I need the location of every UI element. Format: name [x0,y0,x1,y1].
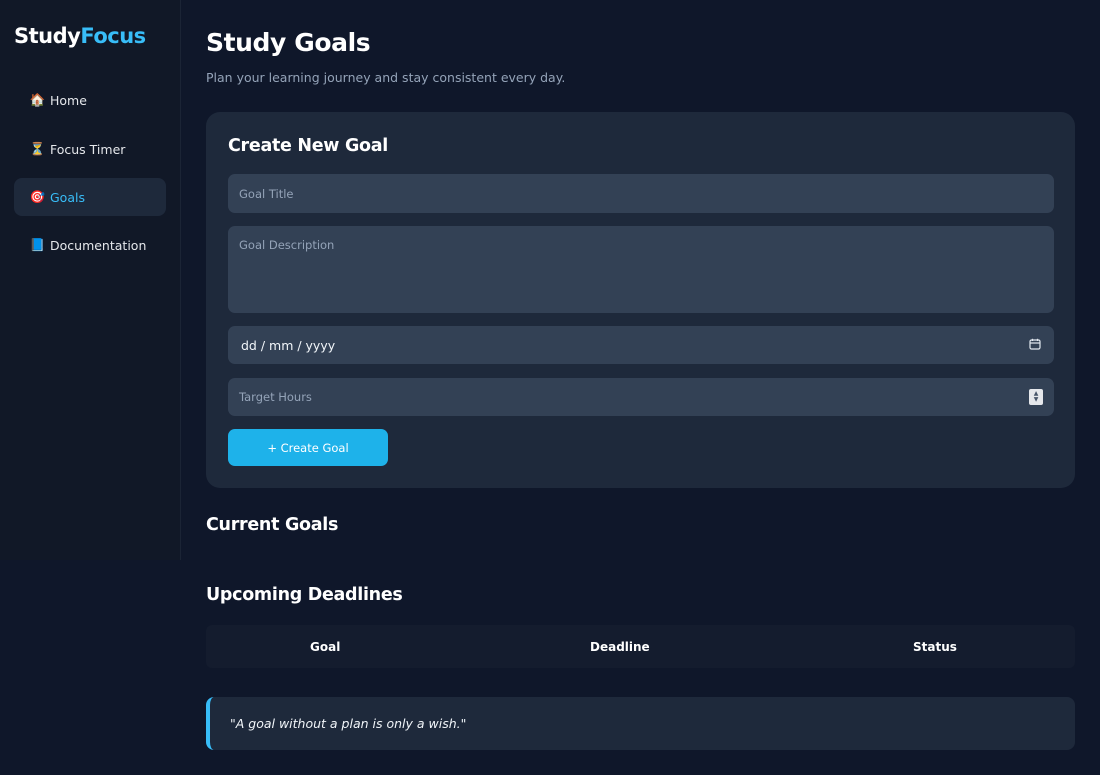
upcoming-deadlines-heading: Upcoming Deadlines [206,585,403,605]
deadlines-table: Goal Deadline Status [206,625,1075,668]
goal-deadline-date-input[interactable]: dd / mm / yyyy [228,326,1054,364]
hourglass-icon: ⏳ [29,141,46,156]
sidebar-item-label: Goals [50,189,85,205]
sidebar-item-documentation[interactable]: 📘 Documentation [14,226,166,264]
book-icon: 📘 [29,237,46,252]
sidebar-item-label: Home [50,92,87,108]
page-title: Study Goals [206,28,371,57]
logo-primary: Study [14,24,81,48]
target-icon: 🎯 [29,189,46,204]
target-hours-input[interactable]: Target Hours ▲ ▼ [228,378,1054,416]
column-header-deadline: Deadline [590,639,650,654]
number-stepper-icon[interactable]: ▲ ▼ [1029,389,1043,405]
create-goal-button[interactable]: + Create Goal [228,429,388,466]
motivational-quote: "A goal without a plan is only a wish." [206,697,1075,750]
column-header-goal: Goal [310,639,341,654]
current-goals-heading: Current Goals [206,515,339,535]
sidebar-item-goals[interactable]: 🎯 Goals [14,178,166,216]
sidebar-item-focus-timer[interactable]: ⏳ Focus Timer [14,130,166,168]
sidebar-item-home[interactable]: 🏠 Home [14,81,166,119]
goal-title-input[interactable] [228,174,1054,213]
target-hours-placeholder: Target Hours [239,390,312,404]
app-root: StudyFocus 🏠 Home ⏳ Focus Timer 🎯 Goals … [0,0,1100,775]
app-logo[interactable]: StudyFocus [14,24,146,48]
sidebar-item-label: Focus Timer [50,141,126,157]
sidebar: StudyFocus 🏠 Home ⏳ Focus Timer 🎯 Goals … [0,0,181,560]
logo-accent: Focus [80,24,146,48]
create-goal-heading: Create New Goal [228,136,388,156]
house-icon: 🏠 [29,92,46,107]
page-subtitle: Plan your learning journey and stay cons… [206,70,566,85]
calendar-icon[interactable] [1029,338,1041,353]
column-header-status: Status [913,639,957,654]
sidebar-item-label: Documentation [50,237,147,253]
date-input-value: dd / mm / yyyy [241,337,336,353]
goal-description-input[interactable] [228,226,1054,313]
create-goal-card: Create New Goal dd / mm / yyyy Target Ho… [206,112,1075,488]
